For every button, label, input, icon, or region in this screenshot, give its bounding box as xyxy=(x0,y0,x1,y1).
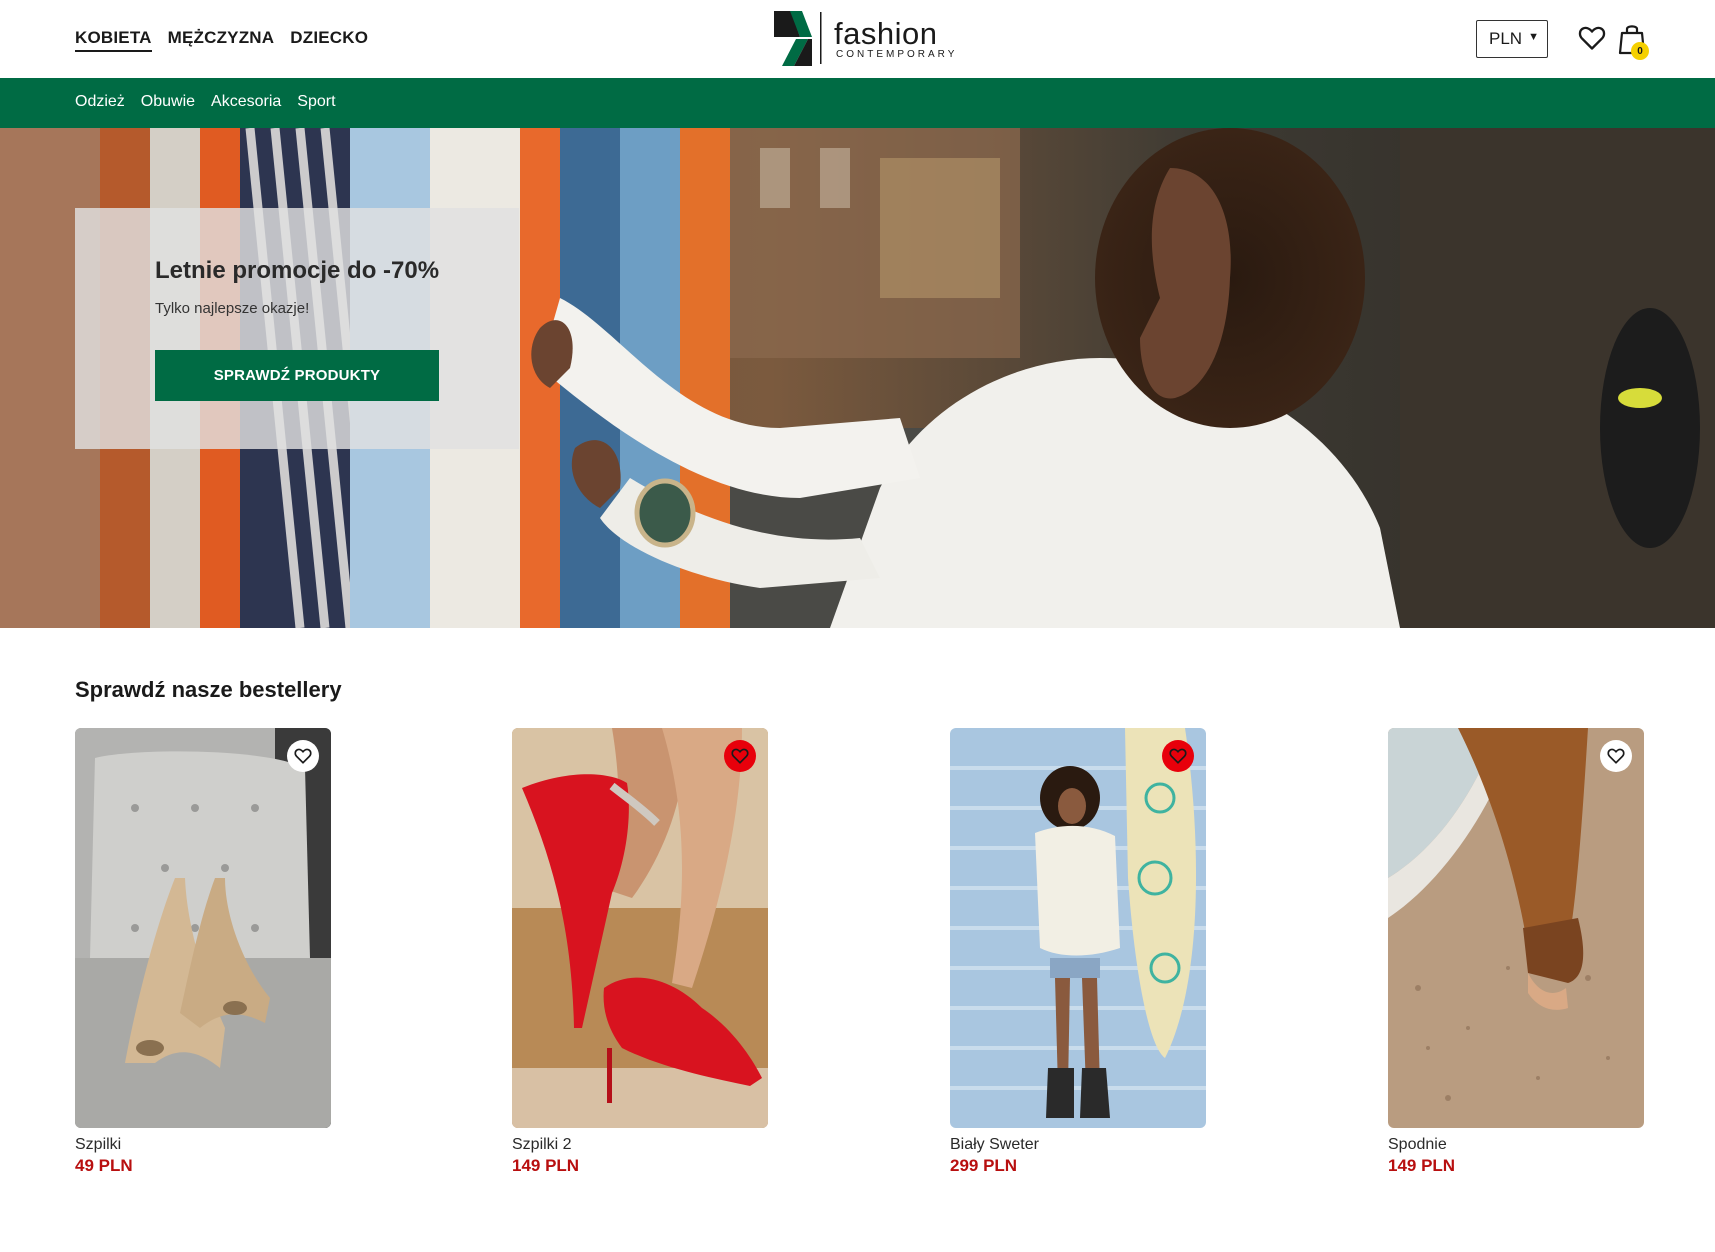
nav-kobieta[interactable]: KOBIETA xyxy=(75,28,152,52)
cart-count-badge: 0 xyxy=(1631,42,1649,60)
promo-subtitle: Tylko najlepsze okazje! xyxy=(155,300,310,317)
check-products-button[interactable]: SPRAWDŹ PRODUKTY xyxy=(155,350,439,401)
product-card[interactable]: Szpilki 49 PLN xyxy=(75,728,331,1176)
brand-logo[interactable]: fashion CONTEMPORARY xyxy=(772,10,954,66)
heart-icon[interactable] xyxy=(1578,24,1606,52)
nav-mezczyzna[interactable]: MĘŻCZYZNA xyxy=(168,28,275,52)
category-akcesoria[interactable]: Akcesoria xyxy=(211,93,281,111)
product-card[interactable]: Szpilki 2 149 PLN xyxy=(512,728,768,1176)
product-name[interactable]: Spodnie xyxy=(1388,1136,1644,1154)
wishlist-button[interactable] xyxy=(724,740,756,772)
bestsellers-title: Sprawdź nasze bestellery xyxy=(75,677,342,702)
product-image[interactable] xyxy=(512,728,768,1128)
chevron-down-icon: ▼ xyxy=(1528,31,1539,43)
product-image[interactable] xyxy=(75,728,331,1128)
product-photo xyxy=(1388,728,1644,1128)
category-sport[interactable]: Sport xyxy=(297,93,335,111)
wishlist-button[interactable] xyxy=(1162,740,1194,772)
heart-icon xyxy=(1169,748,1187,764)
wishlist-button[interactable] xyxy=(1600,740,1632,772)
currency-value: PLN xyxy=(1489,29,1523,48)
product-name[interactable]: Szpilki 2 xyxy=(512,1136,768,1154)
product-name[interactable]: Szpilki xyxy=(75,1136,331,1154)
product-card[interactable]: Spodnie 149 PLN xyxy=(1388,728,1644,1176)
product-image[interactable] xyxy=(950,728,1206,1128)
currency-select[interactable]: PLN ▼ xyxy=(1476,20,1548,58)
logo-tagline: CONTEMPORARY xyxy=(836,49,958,60)
logo-wordmark: fashion xyxy=(834,16,938,51)
product-image[interactable] xyxy=(1388,728,1644,1128)
heart-icon xyxy=(731,748,749,764)
promo-title: Letnie promocje do -70% xyxy=(155,257,440,284)
gender-nav: KOBIETA MĘŻCZYZNA DZIECKO xyxy=(75,28,368,52)
product-photo xyxy=(75,728,331,1128)
product-price: 149 PLN xyxy=(512,1156,580,1175)
top-header: KOBIETA MĘŻCZYZNA DZIECKO fashion CONTEM… xyxy=(0,0,1715,78)
product-photo xyxy=(950,728,1206,1128)
product-card[interactable]: Biały Sweter 299 PLN xyxy=(950,728,1206,1176)
product-price: 299 PLN xyxy=(950,1156,1018,1175)
category-obuwie[interactable]: Obuwie xyxy=(141,93,195,111)
product-price: 49 PLN xyxy=(75,1156,133,1175)
logo-mark xyxy=(774,11,822,66)
category-bar: Odzież Obuwie Akcesoria Sport xyxy=(0,78,1715,128)
category-odziez[interactable]: Odzież xyxy=(75,93,125,111)
nav-dziecko[interactable]: DZIECKO xyxy=(290,28,368,52)
product-photo xyxy=(512,728,768,1128)
promo-box: Letnie promocje do -70% Tylko najlepsze … xyxy=(75,208,519,449)
heart-icon xyxy=(1607,748,1625,764)
category-nav: Odzież Obuwie Akcesoria Sport xyxy=(75,93,336,111)
hero-banner: Letnie promocje do -70% Tylko najlepsze … xyxy=(0,128,1715,628)
product-price: 149 PLN xyxy=(1388,1156,1456,1175)
product-name[interactable]: Biały Sweter xyxy=(950,1136,1206,1154)
wishlist-button[interactable] xyxy=(287,740,319,772)
heart-icon xyxy=(294,748,312,764)
